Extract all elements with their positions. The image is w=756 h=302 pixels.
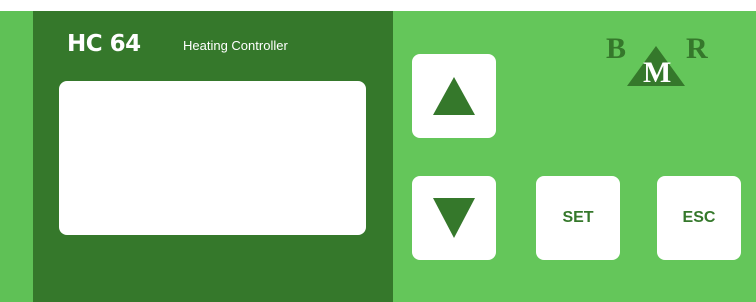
bmr-logo-icon: B M R [606, 32, 708, 89]
svg-text:R: R [686, 32, 708, 65]
svg-text:B: B [606, 32, 626, 65]
model-name: HC 64 [67, 31, 141, 57]
svg-text:M: M [643, 56, 671, 86]
controller-panel: HC 64 Heating Controller B M R SET ESC [0, 11, 756, 302]
up-button[interactable] [412, 54, 496, 138]
lcd-display [59, 81, 366, 235]
bmr-logo: B M R [604, 30, 708, 89]
display-section: HC 64 Heating Controller [33, 11, 393, 302]
esc-button[interactable]: ESC [657, 176, 741, 260]
triangle-up-icon [433, 77, 475, 115]
esc-button-label: ESC [682, 209, 716, 226]
set-button[interactable]: SET [536, 176, 620, 260]
triangle-down-icon [433, 198, 475, 238]
panel-edge-strip [0, 11, 33, 302]
device-subtitle: Heating Controller [183, 38, 288, 53]
down-button[interactable] [412, 176, 496, 260]
set-button-label: SET [562, 209, 594, 226]
